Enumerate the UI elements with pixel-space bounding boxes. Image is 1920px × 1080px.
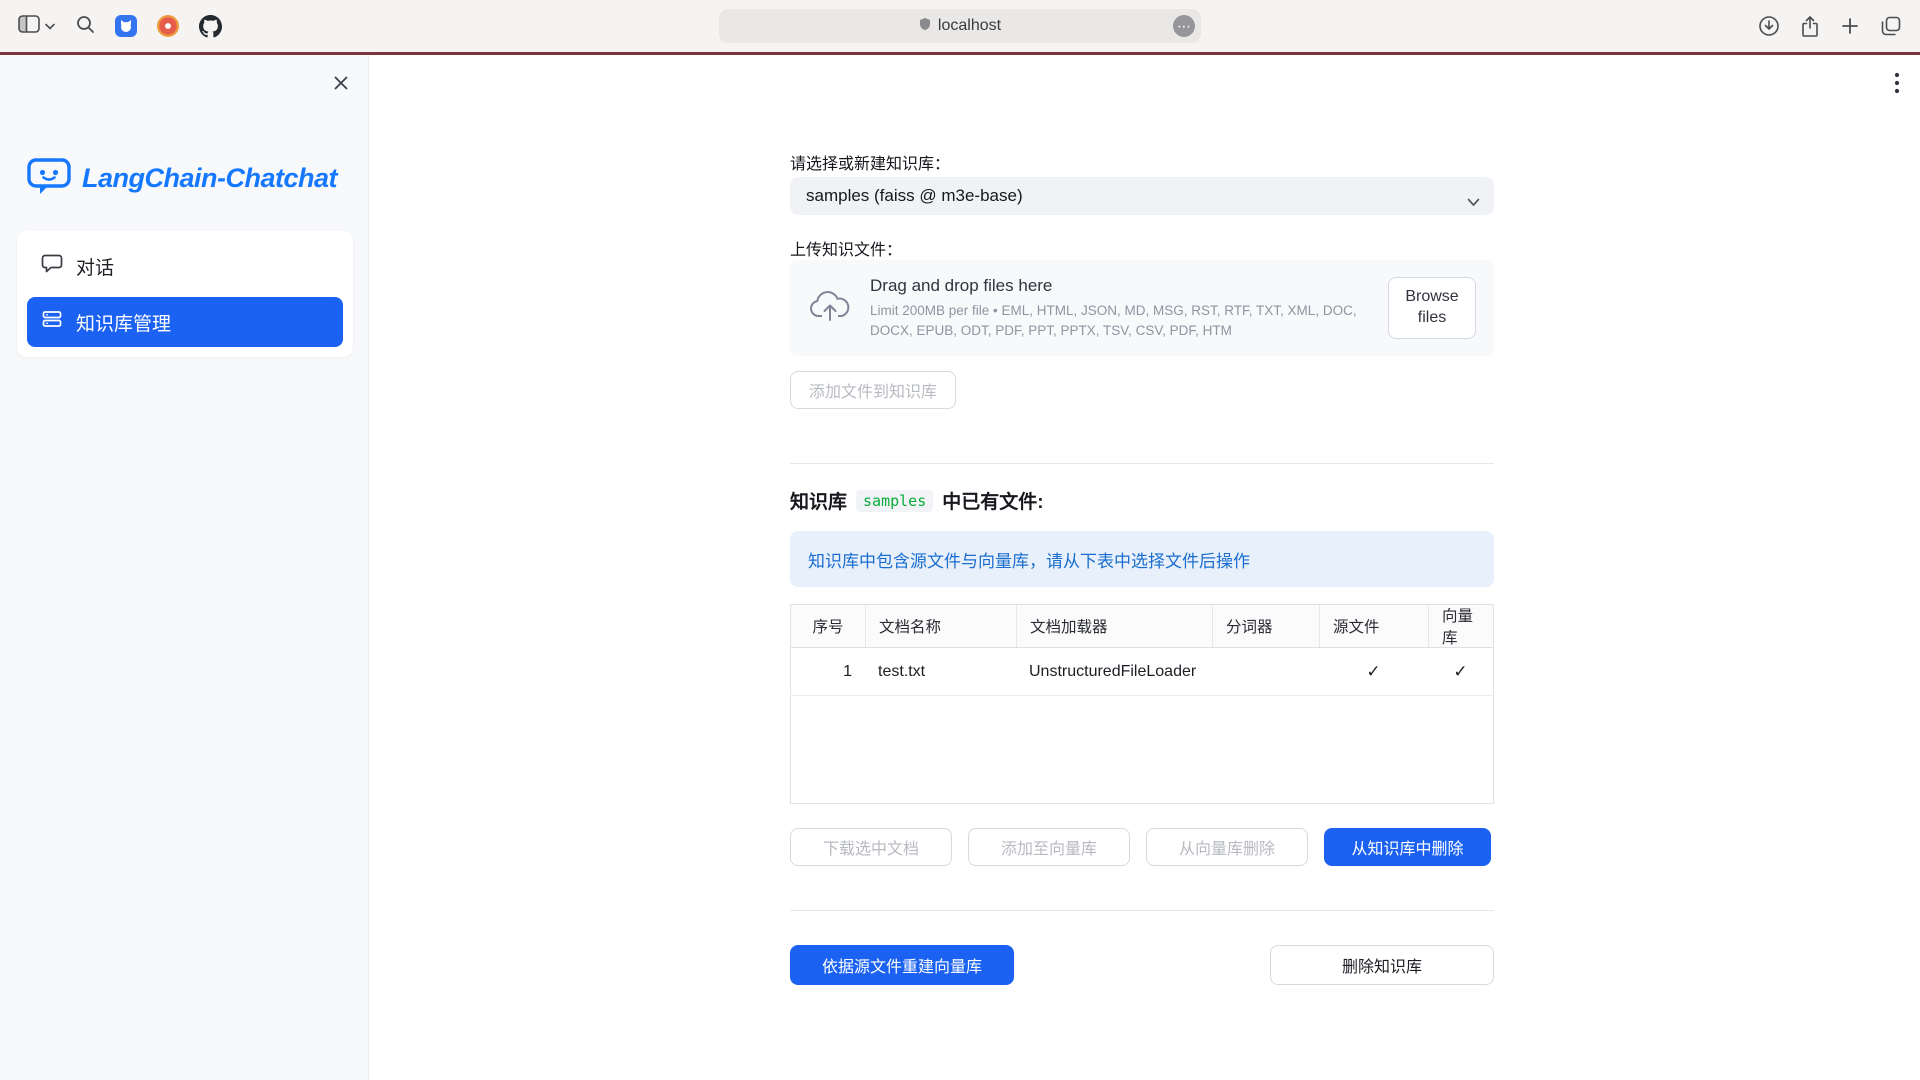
kb-files-title: 知识库 samples 中已有文件: <box>790 487 1044 514</box>
browser-address-bar[interactable]: localhost ⋯ <box>719 9 1201 43</box>
database-stack-icon <box>41 308 63 336</box>
table-empty-area <box>791 696 1493 803</box>
chevron-down-icon <box>45 17 55 35</box>
address-text: localhost <box>938 17 1001 35</box>
app-logo-text: LangChain-Chatchat <box>82 163 337 194</box>
download-selected-button[interactable]: 下载选中文档 <box>790 828 952 866</box>
table-header-vector-store[interactable]: 向量库 <box>1428 605 1493 647</box>
kb-files-title-prefix: 知识库 <box>790 487 847 514</box>
extensions-more-button[interactable]: ⋯ <box>1173 15 1195 37</box>
sidebar-item-kb-management[interactable]: 知识库管理 <box>27 297 343 347</box>
new-tab-button[interactable] <box>1840 16 1860 36</box>
dropzone-text: Drag and drop files here Limit 200MB per… <box>870 276 1370 340</box>
table-header-doc-name[interactable]: 文档名称 <box>865 605 1016 647</box>
sidebar-menu: 对话 知识库管理 <box>17 231 353 357</box>
cloud-upload-icon <box>808 289 852 328</box>
sidebar: LangChain-Chatchat 对话 知识库管理 <box>0 55 369 1080</box>
cell-doc-name[interactable]: test.txt <box>865 648 1016 695</box>
extension-orange-icon[interactable] <box>157 15 179 37</box>
cell-index[interactable]: 1 <box>791 648 865 695</box>
table-header-source-file[interactable]: 源文件 <box>1319 605 1428 647</box>
site-shield-icon <box>919 17 931 36</box>
chat-bubble-icon <box>41 252 63 280</box>
browser-sidebar-toggle-button[interactable] <box>18 15 55 38</box>
cell-splitter[interactable] <box>1212 648 1319 695</box>
search-icon <box>75 14 95 39</box>
share-button[interactable] <box>1800 15 1820 38</box>
toolbar-left-group <box>18 14 222 39</box>
delete-from-vector-store-button[interactable]: 从向量库删除 <box>1146 828 1308 866</box>
downloads-button[interactable] <box>1758 15 1780 37</box>
kb-select-label: 请选择或新建知识库： <box>790 150 950 174</box>
tab-overview-button[interactable] <box>1880 15 1902 37</box>
toolbar-right-group <box>1758 15 1902 38</box>
sidebar-panel-icon <box>18 15 40 38</box>
screen: localhost ⋯ <box>0 0 1920 1080</box>
main-content: 请选择或新建知识库： samples (faiss @ m3e-base) 上传… <box>369 55 1920 1080</box>
table-header-row: 序号 文档名称 文档加载器 分词器 源文件 向量库 <box>791 605 1493 648</box>
upload-label: 上传知识文件： <box>790 236 902 260</box>
streamlit-menu-button[interactable] <box>1890 67 1904 102</box>
sidebar-item-label: 对话 <box>76 253 114 280</box>
cell-loader[interactable]: UnstructuredFileLoader <box>1016 648 1212 695</box>
table-header-loader[interactable]: 文档加载器 <box>1016 605 1212 647</box>
delete-from-kb-button[interactable]: 从知识库中删除 <box>1324 828 1491 866</box>
add-to-vector-store-button[interactable]: 添加至向量库 <box>968 828 1130 866</box>
browse-files-button[interactable]: Browse files <box>1388 277 1476 339</box>
kb-files-table: 序号 文档名称 文档加载器 分词器 源文件 向量库 1 test.txt Uns… <box>790 604 1494 804</box>
rebuild-vector-store-button[interactable]: 依据源文件重建向量库 <box>790 945 1014 985</box>
kb-files-title-suffix: 中已有文件: <box>942 487 1043 514</box>
table-header-splitter[interactable]: 分词器 <box>1212 605 1319 647</box>
chevron-down-icon <box>1467 192 1480 212</box>
browser-search-button[interactable] <box>75 14 95 39</box>
app-logo: LangChain-Chatchat <box>26 155 337 202</box>
sidebar-item-label: 知识库管理 <box>76 309 171 336</box>
file-dropzone[interactable]: Drag and drop files here Limit 200MB per… <box>790 260 1494 356</box>
kb-name-code: samples <box>856 490 933 512</box>
kb-bottom-actions: 依据源文件重建向量库 删除知识库 <box>790 945 1494 985</box>
sidebar-close-button[interactable] <box>331 73 351 96</box>
cell-source-file-check[interactable]: ✓ <box>1319 648 1428 695</box>
divider <box>790 910 1494 911</box>
info-alert: 知识库中包含源文件与向量库，请从下表中选择文件后操作 <box>790 531 1494 587</box>
info-alert-text: 知识库中包含源文件与向量库，请从下表中选择文件后操作 <box>808 547 1250 572</box>
cell-vector-store-check[interactable]: ✓ <box>1428 648 1493 695</box>
divider <box>790 463 1494 464</box>
table-header-index[interactable]: 序号 <box>791 605 865 647</box>
browser-toolbar: localhost ⋯ <box>0 0 1920 52</box>
file-action-buttons: 下载选中文档 添加至向量库 从向量库删除 从知识库中删除 <box>790 828 1491 866</box>
page-content: 请选择或新建知识库： samples (faiss @ m3e-base) 上传… <box>790 55 1494 1080</box>
extension-blue-icon[interactable] <box>115 15 137 37</box>
add-files-to-kb-button[interactable]: 添加文件到知识库 <box>790 371 956 409</box>
kb-selectbox[interactable]: samples (faiss @ m3e-base) <box>790 177 1494 215</box>
dropzone-title: Drag and drop files here <box>870 276 1370 296</box>
dropzone-hint: Limit 200MB per file • EML, HTML, JSON, … <box>870 301 1370 340</box>
kb-selectbox-value: samples (faiss @ m3e-base) <box>806 186 1023 206</box>
github-extension-icon[interactable] <box>199 15 222 38</box>
delete-kb-button[interactable]: 删除知识库 <box>1270 945 1494 985</box>
table-row[interactable]: 1 test.txt UnstructuredFileLoader ✓ ✓ <box>791 648 1493 696</box>
chatchat-logo-icon <box>26 155 72 202</box>
sidebar-item-chat[interactable]: 对话 <box>27 241 343 291</box>
